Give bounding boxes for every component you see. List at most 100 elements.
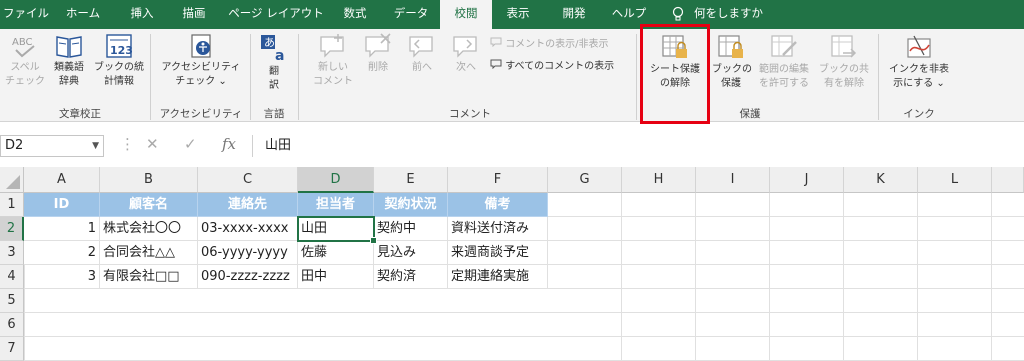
table-header-cell[interactable]: 連絡先 [198, 193, 298, 217]
tab-page-layout[interactable]: ページ レイアウト [226, 0, 326, 29]
ink-icon [907, 35, 931, 58]
row-header-3[interactable]: 3 [0, 241, 24, 265]
new-comment-button[interactable]: 新しい コメント [310, 33, 356, 89]
table-cell[interactable]: 1 [24, 217, 100, 241]
hide-ink-button[interactable]: インクを非表 示にする ⌄ [884, 33, 954, 91]
spreadsheet-grid: A B C D E F G H I J K L 1 2 3 4 5 6 7 ID… [0, 167, 1024, 361]
column-header-e[interactable]: E [374, 167, 448, 193]
select-all-corner[interactable] [0, 167, 24, 193]
show-hide-comment-button[interactable]: コメントの表示/非表示 [490, 35, 609, 50]
row-header-4[interactable]: 4 [0, 265, 24, 289]
row-header-5[interactable]: 5 [0, 289, 24, 313]
dropdown-arrow-icon[interactable]: ▼ [92, 136, 99, 156]
tab-formulas[interactable]: 数式 [334, 0, 376, 29]
unshare-workbook-button[interactable]: ブックの共 有を解除 [818, 33, 870, 91]
book-icon [56, 36, 82, 58]
table-cell[interactable]: 資料送付済み [448, 217, 548, 241]
comments-icon [490, 59, 502, 70]
statistics-icon: 123 [106, 34, 133, 58]
previous-comment-button[interactable]: 前へ [402, 33, 442, 75]
vertical-dots-icon: ⋮ [120, 135, 135, 153]
translate-icon: あa [261, 35, 284, 63]
column-header-m[interactable] [992, 167, 1024, 193]
table-cell[interactable]: 06-yyyy-yyyy [198, 241, 298, 265]
insert-function-button[interactable]: fx [222, 135, 236, 153]
column-header-d[interactable]: D [298, 167, 374, 193]
row-header-6[interactable]: 6 [0, 313, 24, 337]
table-cell[interactable]: 見込み [374, 241, 448, 265]
table-cell[interactable]: 契約中 [374, 217, 448, 241]
allow-edit-ranges-button[interactable]: 範囲の編集 を許可する [754, 33, 814, 91]
row-header-7[interactable]: 7 [0, 337, 24, 361]
enter-icon[interactable]: ✓ [184, 135, 197, 153]
column-header-a[interactable]: A [24, 167, 100, 193]
edit-ranges-icon [771, 35, 797, 57]
column-header-f[interactable]: F [448, 167, 548, 193]
group-ink: インク [903, 108, 935, 120]
ribbon-divider [298, 34, 299, 120]
column-header-c[interactable]: C [198, 167, 298, 193]
new-comment-icon [320, 34, 344, 58]
row-header-2[interactable]: 2 [0, 217, 24, 241]
table-cell[interactable]: 来週商談予定 [448, 241, 548, 265]
table-cell[interactable]: 3 [24, 265, 100, 289]
table-cell[interactable]: 03-xxxx-xxxx [198, 217, 298, 241]
translate-button[interactable]: あa 翻訳 [256, 33, 292, 93]
table-header-cell[interactable]: 顧客名 [100, 193, 198, 217]
next-comment-icon [453, 36, 477, 58]
tab-review[interactable]: 校閲 [440, 0, 492, 29]
table-cell[interactable]: 090-zzzz-zzzz [198, 265, 298, 289]
group-comments: コメント [449, 108, 491, 120]
ribbon-divider [636, 34, 637, 120]
table-header-cell[interactable]: 備考 [448, 193, 548, 217]
workbook-statistics-button[interactable]: 123 ブックの統 計情報 [92, 33, 146, 89]
column-header-g[interactable]: G [548, 167, 622, 193]
check-accessibility-button[interactable]: アクセシビリティ チェック ⌄ [156, 33, 246, 89]
table-header-cell[interactable]: 担当者 [298, 193, 374, 217]
column-header-h[interactable]: H [622, 167, 696, 193]
table-cell[interactable]: 田中 [298, 265, 374, 289]
spelling-button[interactable]: ABC スペル チェック [4, 33, 46, 89]
name-box[interactable]: D2 ▼ [0, 135, 104, 157]
tab-draw[interactable]: 描画 [172, 0, 216, 29]
table-cell[interactable]: 有限会社□□ [100, 265, 198, 289]
svg-text:ABC: ABC [12, 37, 33, 48]
active-cell-selection[interactable] [297, 216, 377, 244]
table-cell[interactable]: 契約済 [374, 265, 448, 289]
grid-background [548, 193, 1024, 361]
tab-home[interactable]: ホーム [58, 0, 108, 29]
cancel-icon[interactable]: ✕ [146, 135, 159, 153]
table-cell[interactable]: 株式会社〇〇 [100, 217, 198, 241]
ribbon-divider [250, 34, 251, 120]
column-header-b[interactable]: B [100, 167, 198, 193]
fill-handle[interactable] [370, 237, 377, 244]
table-header-cell[interactable]: ID [24, 193, 100, 217]
ribbon-review: ABC スペル チェック 類義語 辞典 123 ブックの統 計情報 文章校正 アクセシ… [0, 29, 1024, 122]
table-cell[interactable]: 定期連絡実施 [448, 265, 548, 289]
tab-file[interactable]: ファイル [0, 0, 52, 29]
delete-comment-button[interactable]: 削除 [358, 33, 398, 75]
table-cell[interactable]: 佐藤 [298, 241, 374, 265]
next-comment-button[interactable]: 次へ [446, 33, 486, 75]
tab-view[interactable]: 表示 [498, 0, 538, 29]
protect-workbook-button[interactable]: ブックの 保護 [712, 33, 752, 91]
show-all-comments-button[interactable]: すべてのコメントの表示 [490, 57, 614, 72]
ribbon-divider [878, 34, 879, 120]
tab-data[interactable]: データ [386, 0, 436, 29]
table-cell[interactable]: 2 [24, 241, 100, 265]
table-cell[interactable]: 合同会社△△ [100, 241, 198, 265]
tab-developer[interactable]: 開発 [552, 0, 596, 29]
column-header-i[interactable]: I [696, 167, 770, 193]
thesaurus-button[interactable]: 類義語 辞典 [48, 33, 90, 89]
column-header-l[interactable]: L [918, 167, 992, 193]
table-header-cell[interactable]: 契約状況 [374, 193, 448, 217]
previous-comment-icon [409, 36, 433, 58]
column-header-k[interactable]: K [844, 167, 918, 193]
svg-text:あ: あ [264, 36, 275, 49]
row-header-1[interactable]: 1 [0, 193, 24, 217]
column-header-j[interactable]: J [770, 167, 844, 193]
workbook-lock-icon [718, 35, 743, 58]
formula-input[interactable]: 山田 [252, 135, 1024, 157]
tab-insert[interactable]: 挿入 [120, 0, 164, 29]
delete-comment-icon [365, 33, 391, 58]
